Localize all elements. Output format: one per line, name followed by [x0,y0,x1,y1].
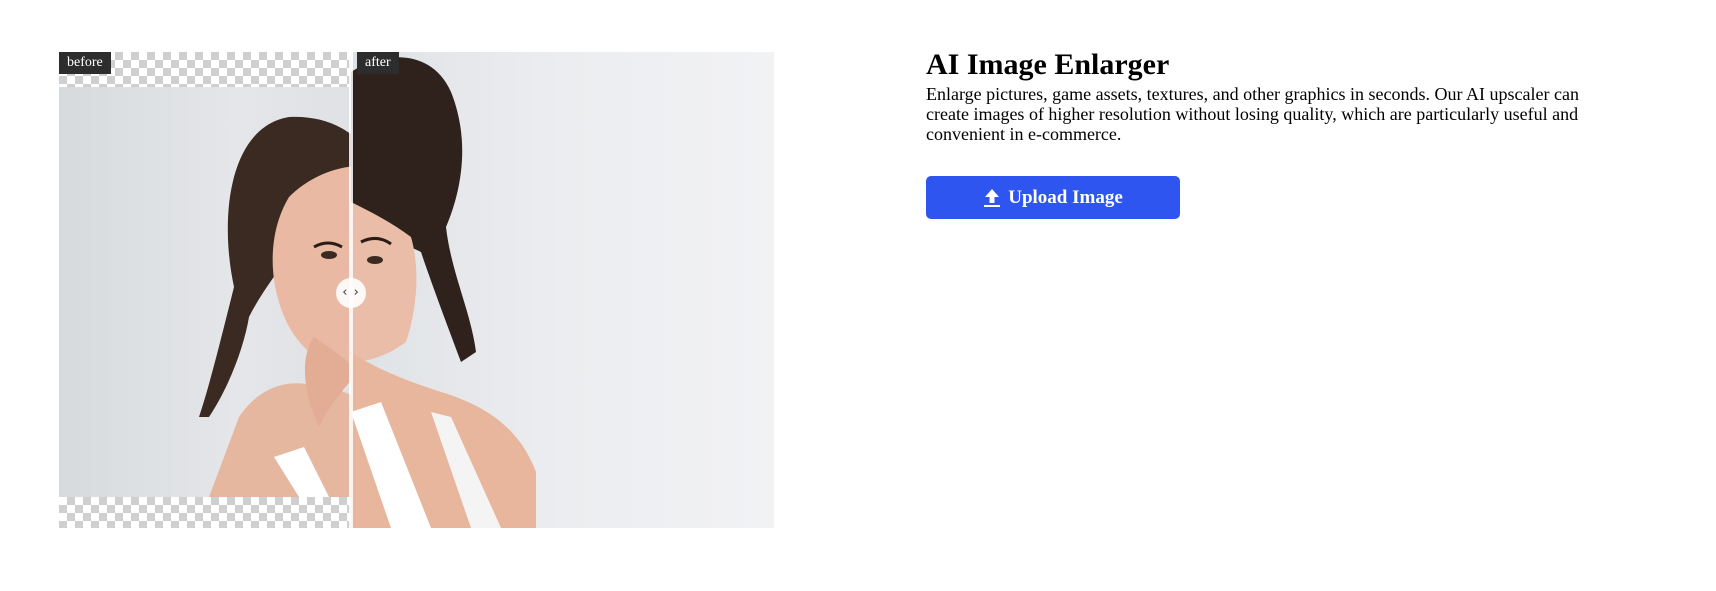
transparency-checker-bottom [59,497,351,528]
before-tag: before [59,52,111,74]
upload-image-button[interactable]: Upload Image [926,176,1180,219]
before-after-comparison[interactable]: ‹ › before after [59,52,774,528]
after-image [351,52,774,528]
portrait-illustration-before [199,116,351,497]
upload-button-label: Upload Image [1008,186,1123,208]
after-pane [351,52,774,528]
page-title: AI Image Enlarger [926,48,1170,81]
slider-handle-icon[interactable]: ‹ › [336,278,366,308]
portrait-illustration-after [351,57,536,528]
page-description: Enlarge pictures, game assets, textures,… [926,84,1579,144]
upload-arrow-icon [984,188,1001,207]
info-panel: AI Image Enlarger Enlarge pictures, game… [926,46,1626,219]
page: ‹ › before after AI Image Enlarger Enlar… [0,0,1716,591]
before-image [59,87,351,497]
after-tag: after [357,52,399,74]
before-pane [59,52,351,528]
